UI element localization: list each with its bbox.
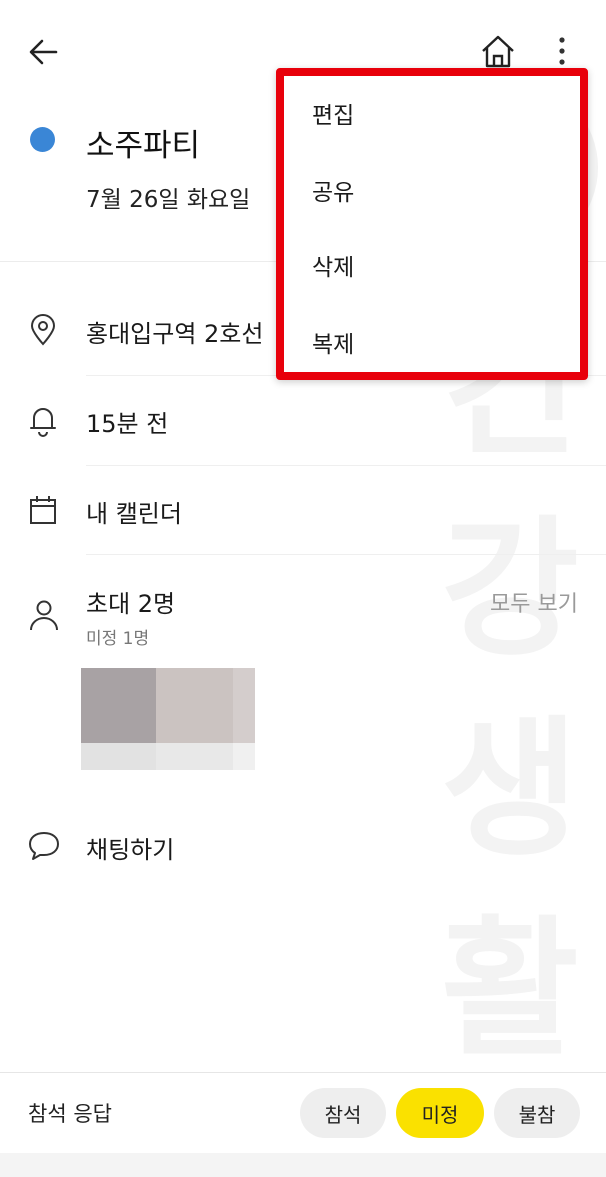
chat-label: 채팅하기 <box>86 836 175 864</box>
overflow-menu: 편집 공유 삭제 복제 <box>276 68 588 380</box>
chat-bubble-icon <box>29 832 59 860</box>
menu-item-delete[interactable]: 삭제 <box>312 248 354 282</box>
footer-divider <box>0 1072 606 1073</box>
arrow-left-icon <box>29 39 58 65</box>
reminder-row[interactable]: 15분 전 <box>0 377 606 465</box>
system-nav-bar <box>0 1153 606 1177</box>
reminder-label: 15분 전 <box>86 410 169 438</box>
more-vertical-icon <box>559 37 565 65</box>
calendar-row[interactable]: 내 캘린더 <box>0 467 606 555</box>
rsvp-decline-button[interactable]: 불참 <box>494 1088 580 1138</box>
event-date: 7월 26일 화요일 <box>86 187 251 213</box>
rsvp-attend-button[interactable]: 참석 <box>300 1088 386 1138</box>
menu-item-duplicate[interactable]: 복제 <box>312 325 354 359</box>
rsvp-label: 참석 응답 <box>28 1102 112 1126</box>
event-title: 소주파티 <box>86 128 201 164</box>
menu-item-edit[interactable]: 편집 <box>312 96 354 130</box>
bell-icon <box>30 408 56 437</box>
location-pin-icon <box>30 314 56 346</box>
invitee-avatars-blurred <box>81 668 255 770</box>
calendar-label: 내 캘린더 <box>86 500 182 528</box>
back-button[interactable] <box>26 34 62 70</box>
invite-pending-label: 미정 1명 <box>86 629 150 649</box>
person-icon <box>30 600 58 631</box>
more-options-button[interactable] <box>548 34 576 72</box>
chat-row[interactable]: 채팅하기 <box>0 806 606 886</box>
calendar-icon <box>30 496 56 524</box>
location-label: 홍대입구역 2호선 <box>86 320 264 348</box>
rsvp-maybe-button[interactable]: 미정 <box>396 1088 484 1138</box>
event-color-dot <box>30 127 55 152</box>
home-button[interactable] <box>478 32 518 72</box>
row-divider <box>86 465 606 466</box>
see-all-button[interactable]: 모두 보기 <box>490 586 578 618</box>
menu-item-share[interactable]: 공유 <box>312 173 354 207</box>
row-divider <box>86 554 606 555</box>
invite-count-label: 초대 2명 <box>86 590 176 618</box>
home-icon <box>482 35 514 68</box>
